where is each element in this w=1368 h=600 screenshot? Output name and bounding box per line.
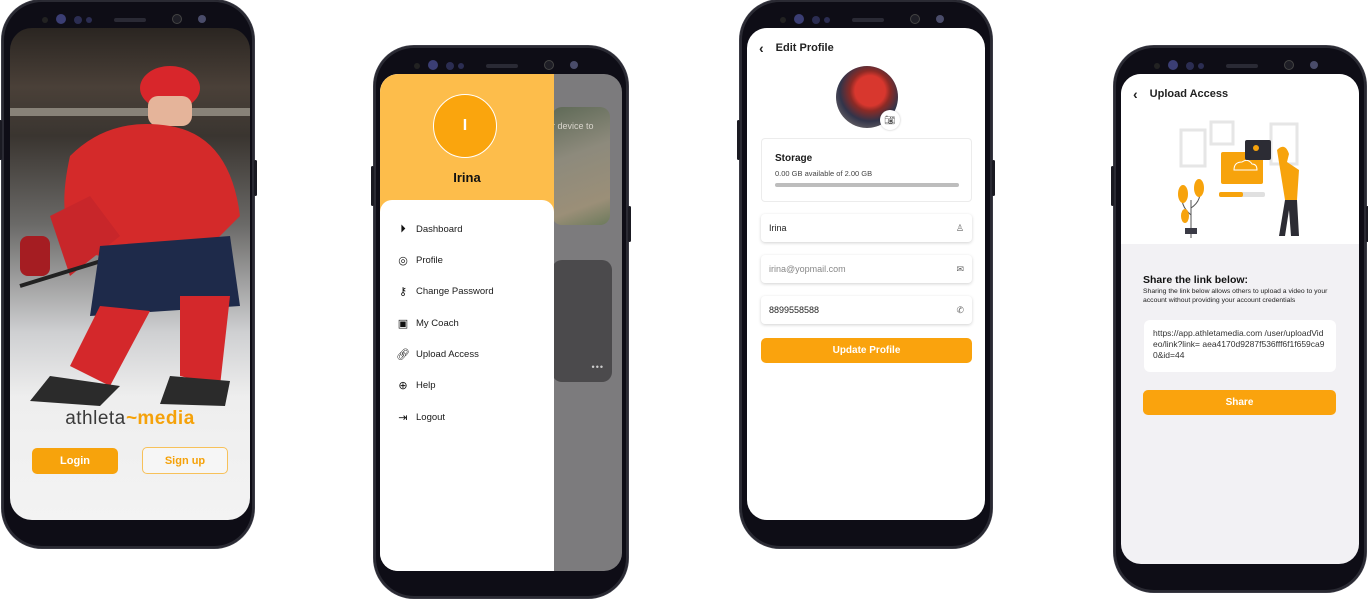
phone-login: athleta~media Login Sign up [0, 0, 257, 548]
volume-button [737, 120, 740, 160]
back-arrow-icon[interactable]: ‹ [759, 40, 764, 56]
menu-item-dashboard[interactable]: ⏵ Dashboard [396, 220, 462, 238]
email-field[interactable]: irina@yopmail.com ✉ [761, 255, 972, 283]
menu-item-help[interactable]: ⊕ Help [396, 376, 436, 394]
navigation-drawer: I Irina ⏵ Dashboard ◎ Profile ⚷ Change P… [380, 74, 554, 571]
signup-button[interactable]: Sign up [142, 447, 228, 474]
app-logo: athleta~media [10, 408, 250, 430]
more-icon: ••• [591, 362, 604, 372]
menu-item-label: Upload Access [416, 348, 479, 360]
power-button [992, 160, 995, 196]
background-video-card: r device to [552, 107, 610, 225]
coach-icon: ▣ [397, 317, 409, 330]
share-title: Share the link below: [1143, 274, 1249, 286]
volume-button [0, 120, 2, 160]
name-value: Irina [769, 223, 787, 233]
phone-value: 8899558588 [769, 305, 820, 315]
name-field[interactable]: Irina ♙ [761, 214, 972, 242]
storage-summary: 0.00 GB available of 2.00 GB [775, 169, 873, 178]
share-link-box[interactable]: https://app.athletamedia.com /user/uploa… [1144, 320, 1336, 372]
key-icon: ⚷ [398, 285, 408, 298]
runner-logo-icon: ~ [125, 408, 138, 429]
background-card-text: r device to [552, 121, 594, 131]
phone-upload-access: ‹ Upload Access Share the link below: Sh… [1111, 46, 1368, 592]
login-screen: athleta~media Login Sign up [10, 28, 250, 520]
menu-item-change-password[interactable]: ⚷ Change Password [396, 282, 494, 300]
menu-item-label: Dashboard [416, 223, 463, 235]
avatar: I [433, 94, 497, 158]
edit-profile-screen: ‹ Edit Profile 📷︎ Storage 0.00 GB availa… [747, 28, 985, 520]
lifebuoy-icon: ⊕ [398, 379, 408, 392]
storage-card: Storage 0.00 GB available of 2.00 GB [761, 138, 972, 202]
menu-item-label: Profile [416, 254, 443, 266]
share-button[interactable]: Share [1143, 390, 1336, 415]
logo-text-athleta: athleta [65, 408, 126, 429]
upload-illustration [1178, 120, 1299, 238]
play-circle-icon: ⏵ [400, 222, 406, 235]
page-title: Edit Profile [775, 42, 834, 54]
camera-icon[interactable]: 📷︎ [880, 110, 900, 130]
drawer-header: I Irina [380, 74, 554, 214]
hockey-player-image [19, 66, 241, 406]
logo-text-media: media [137, 408, 195, 429]
phone-drawer: r device to ••• I Irina ⏵ Dashboard ◎ Pr… [371, 46, 631, 598]
phone-sensors [374, 60, 628, 72]
user-icon: ♙ [955, 222, 964, 233]
link-icon: 🔗︎ [396, 348, 410, 361]
page-title: Upload Access [1149, 88, 1229, 100]
email-value: irina@yopmail.com [769, 264, 846, 274]
back-arrow-icon[interactable]: ‹ [1133, 86, 1138, 102]
menu-item-logout[interactable]: ⇥ Logout [396, 408, 445, 426]
menu-item-my-coach[interactable]: ▣ My Coach [396, 314, 459, 332]
power-button [254, 160, 257, 196]
share-description: Sharing the link below allows others to … [1143, 288, 1328, 304]
menu-item-label: Change Password [416, 285, 494, 297]
drawer-menu: ⏵ Dashboard ◎ Profile ⚷ Change Password … [380, 200, 554, 571]
phone-field[interactable]: 8899558588 ✆ [761, 296, 972, 324]
phone-sensors [1114, 60, 1366, 72]
top-bar: ‹ Upload Access [1133, 86, 1228, 102]
volume-button [1111, 166, 1114, 206]
user-circle-icon: ◎ [398, 254, 408, 267]
storage-title: Storage [775, 153, 813, 164]
phone-sensors [2, 14, 254, 26]
phone-sensors [740, 14, 992, 26]
phone-edit-profile: ‹ Edit Profile 📷︎ Storage 0.00 GB availa… [737, 0, 995, 548]
upload-access-screen: ‹ Upload Access Share the link below: Sh… [1121, 74, 1359, 564]
storage-progress-bar [775, 183, 959, 187]
phone-icon: ✆ [956, 304, 964, 315]
mail-icon: ✉ [956, 263, 964, 274]
logout-icon: ⇥ [398, 411, 408, 424]
background-card: ••• [552, 260, 612, 382]
drawer-screen: r device to ••• I Irina ⏵ Dashboard ◎ Pr… [380, 74, 622, 571]
power-button [628, 206, 631, 242]
user-name: Irina [453, 170, 481, 185]
menu-item-label: My Coach [416, 317, 459, 329]
menu-item-label: Help [416, 379, 436, 391]
menu-item-label: Logout [416, 411, 446, 423]
login-button[interactable]: Login [32, 448, 118, 474]
menu-item-profile[interactable]: ◎ Profile [396, 251, 443, 269]
update-profile-button[interactable]: Update Profile [761, 338, 972, 363]
volume-button [371, 166, 374, 206]
menu-item-upload-access[interactable]: 🔗︎ Upload Access [396, 345, 479, 363]
top-bar: ‹ Edit Profile [759, 40, 834, 56]
